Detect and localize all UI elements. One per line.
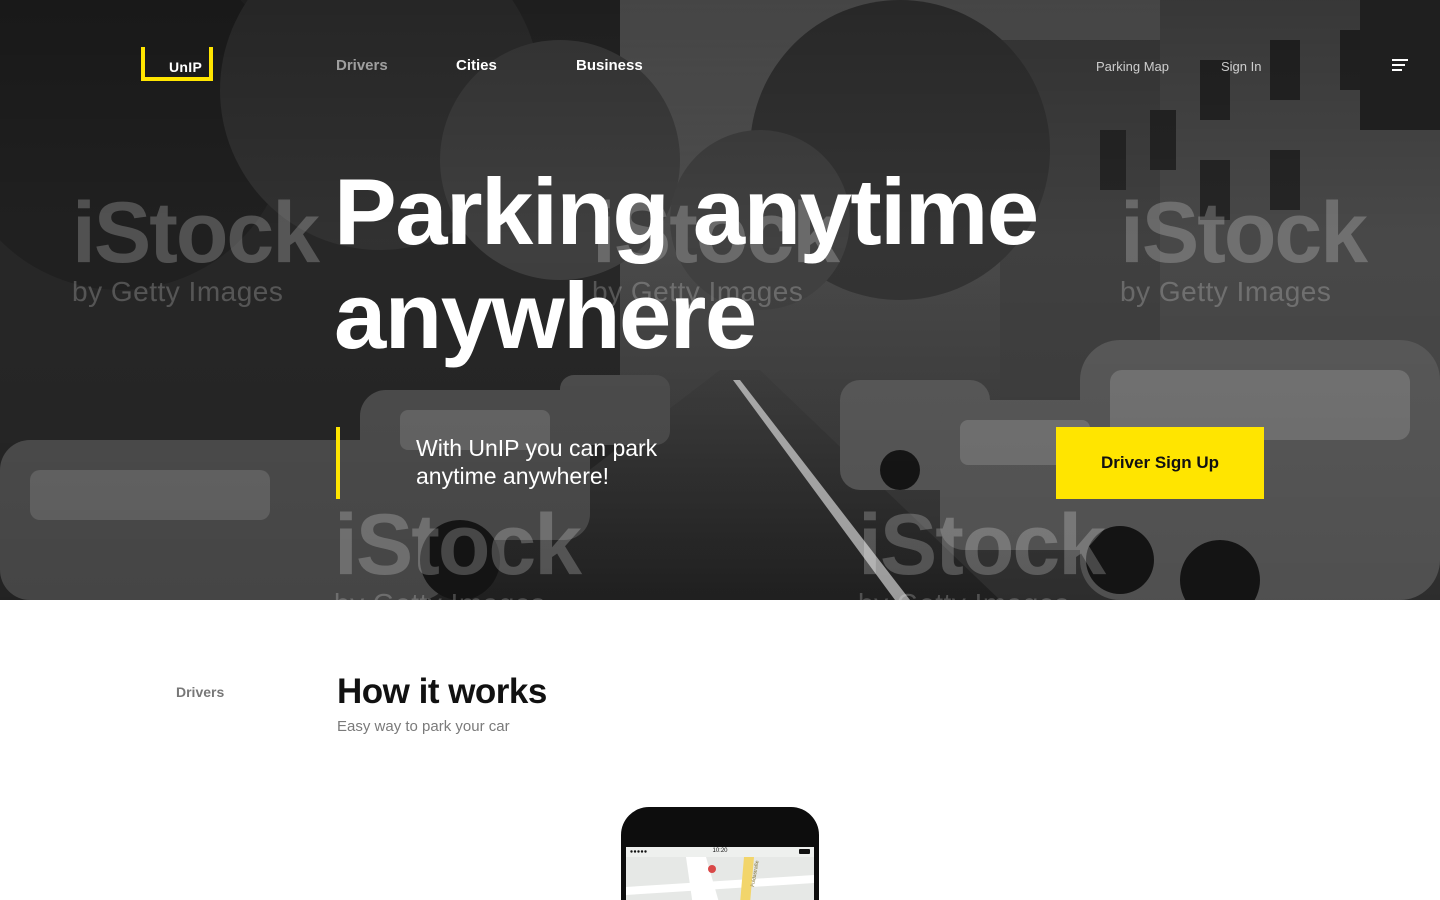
hero-title-line-2: anywhere [334, 263, 757, 368]
section-label: Drivers [176, 684, 225, 700]
nav-link-drivers[interactable]: Drivers [336, 57, 388, 74]
logo-tick-left [141, 47, 145, 53]
nav-link-sign-in[interactable]: Sign In [1221, 59, 1261, 74]
section-subtitle: Easy way to park your car [337, 718, 510, 735]
nav-link-cities[interactable]: Cities [456, 57, 497, 74]
phone-map-screen: 10:20 Fuldastraße [626, 847, 814, 900]
hero-title-line-1: Parking anytime [334, 159, 1039, 264]
section-title: How it works [337, 672, 547, 711]
brand-logo[interactable]: UnIP [141, 47, 213, 81]
battery-icon [799, 849, 810, 854]
hero-section: iStock by Getty Images iStock by Getty Ima… [0, 0, 1440, 600]
driver-sign-up-button[interactable]: Driver Sign Up [1056, 427, 1264, 499]
phone-status-bar: 10:20 [626, 847, 814, 857]
nav-link-business[interactable]: Business [576, 57, 643, 74]
phone-time: 10:20 [712, 848, 728, 854]
hero-subtitle: With UnIP you can park anytime anywhere! [416, 435, 658, 489]
hero-title: Parking anytime anywhere [334, 160, 1094, 368]
brand-name: UnIP [169, 59, 203, 75]
phone-mockup: 10:20 Fuldastraße [621, 807, 819, 900]
map-view: Fuldastraße [626, 857, 814, 900]
menu-button[interactable] [1360, 0, 1440, 130]
logo-tick-right [209, 47, 213, 53]
accent-bar [336, 427, 340, 499]
nav-link-parking-map[interactable]: Parking Map [1096, 59, 1169, 74]
